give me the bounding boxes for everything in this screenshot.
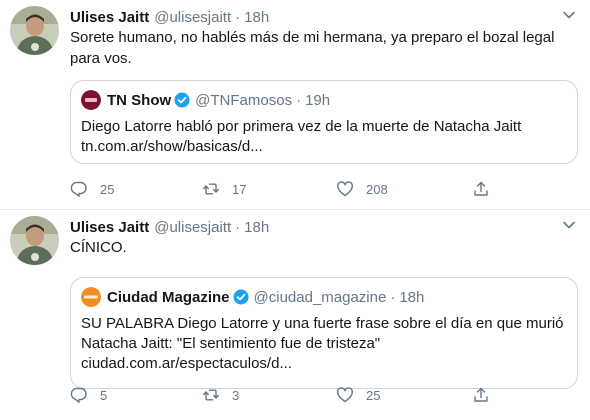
quoted-author-handle: @TNFamosos xyxy=(195,91,293,109)
retweet-button[interactable]: 17 xyxy=(202,178,246,200)
author-handle[interactable]: @ulisesjaitt xyxy=(154,9,231,26)
quoted-tweet[interactable]: Ciudad Magazine @ciudad_magazine · 18h S… xyxy=(70,277,578,389)
tweet[interactable]: Ulises Jaitt @ulisesjaitt · 18h CÍNICO. … xyxy=(0,210,590,420)
author-handle[interactable]: @ulisesjaitt xyxy=(154,219,231,236)
author-name[interactable]: Ulises Jaitt xyxy=(70,219,149,236)
share-icon xyxy=(474,181,488,196)
quoted-link[interactable]: tn.com.ar/show/basicas/d... xyxy=(81,137,571,157)
like-button[interactable]: 208 xyxy=(336,178,388,200)
tweet-text: Sorete humano, no hablés más de mi herma… xyxy=(70,29,555,67)
quoted-tweet[interactable]: TN Show @TNFamosos · 19h Diego Latorre h… xyxy=(70,80,578,164)
author-name[interactable]: Ulises Jaitt xyxy=(70,9,149,26)
retweet-button[interactable]: 3 xyxy=(202,384,239,406)
timestamp[interactable]: 18h xyxy=(244,219,269,236)
quoted-tweet-text: Diego Latorre habló por primera vez de l… xyxy=(81,117,571,157)
separator: · xyxy=(235,218,241,236)
retweet-count: 17 xyxy=(232,181,247,197)
separator: · xyxy=(235,8,241,26)
tweet-header: Ulises Jaitt @ulisesjaitt · 18h xyxy=(70,216,269,238)
reply-button[interactable]: 25 xyxy=(70,178,114,200)
separator: · xyxy=(390,288,396,306)
quoted-avatar xyxy=(81,90,101,110)
quoted-avatar xyxy=(81,287,101,307)
like-count: 208 xyxy=(366,181,388,197)
quoted-tweet-header: Ciudad Magazine @ciudad_magazine · 18h xyxy=(81,287,424,307)
timestamp[interactable]: 18h xyxy=(244,9,269,26)
tweet-header: Ulises Jaitt @ulisesjaitt · 18h xyxy=(70,6,269,28)
quoted-author-handle: @ciudad_magazine xyxy=(253,288,387,306)
reply-icon xyxy=(70,387,87,403)
reply-count: 5 xyxy=(100,387,108,403)
quoted-timestamp: 19h xyxy=(305,91,331,109)
quoted-author-name: TN Show xyxy=(107,91,172,109)
reply-count: 25 xyxy=(100,181,115,197)
reply-icon xyxy=(70,181,87,197)
avatar[interactable] xyxy=(10,6,59,55)
quoted-text-line: Natacha Jaitt: "El sentimiento fue de tr… xyxy=(81,335,381,352)
quoted-text-line: SU PALABRA Diego Latorre y una fuerte fr… xyxy=(81,315,564,332)
retweet-count: 3 xyxy=(232,387,240,403)
quoted-timestamp: 18h xyxy=(399,288,425,306)
avatar[interactable] xyxy=(10,216,59,265)
retweet-icon xyxy=(203,389,219,401)
chevron-down-icon[interactable] xyxy=(562,218,576,232)
like-icon xyxy=(337,181,353,197)
share-icon xyxy=(474,387,488,402)
separator: · xyxy=(296,91,302,109)
quoted-link[interactable]: ciudad.com.ar/espectaculos/d... xyxy=(81,354,571,374)
reply-button[interactable]: 5 xyxy=(70,384,107,406)
verified-badge-icon xyxy=(174,92,190,108)
like-button[interactable]: 25 xyxy=(336,384,380,406)
like-count: 25 xyxy=(366,387,381,403)
retweet-icon xyxy=(203,183,219,195)
quoted-text-line: Diego Latorre habló por primera vez de l… xyxy=(81,118,522,135)
quoted-tweet-header: TN Show @TNFamosos · 19h xyxy=(81,90,330,110)
quoted-tweet-text: SU PALABRA Diego Latorre y una fuerte fr… xyxy=(81,314,571,374)
tweet-actions: 5 3 25 xyxy=(70,384,500,406)
quoted-author-name: Ciudad Magazine xyxy=(107,288,230,306)
share-button[interactable] xyxy=(472,178,490,200)
tweet-text: CÍNICO. xyxy=(70,239,127,256)
tweet-actions: 25 17 208 xyxy=(70,178,500,200)
verified-badge-icon xyxy=(233,289,249,305)
share-button[interactable] xyxy=(472,384,490,406)
like-icon xyxy=(337,387,353,403)
tweet[interactable]: Ulises Jaitt @ulisesjaitt · 18h Sorete h… xyxy=(0,0,590,210)
chevron-down-icon[interactable] xyxy=(562,8,576,22)
